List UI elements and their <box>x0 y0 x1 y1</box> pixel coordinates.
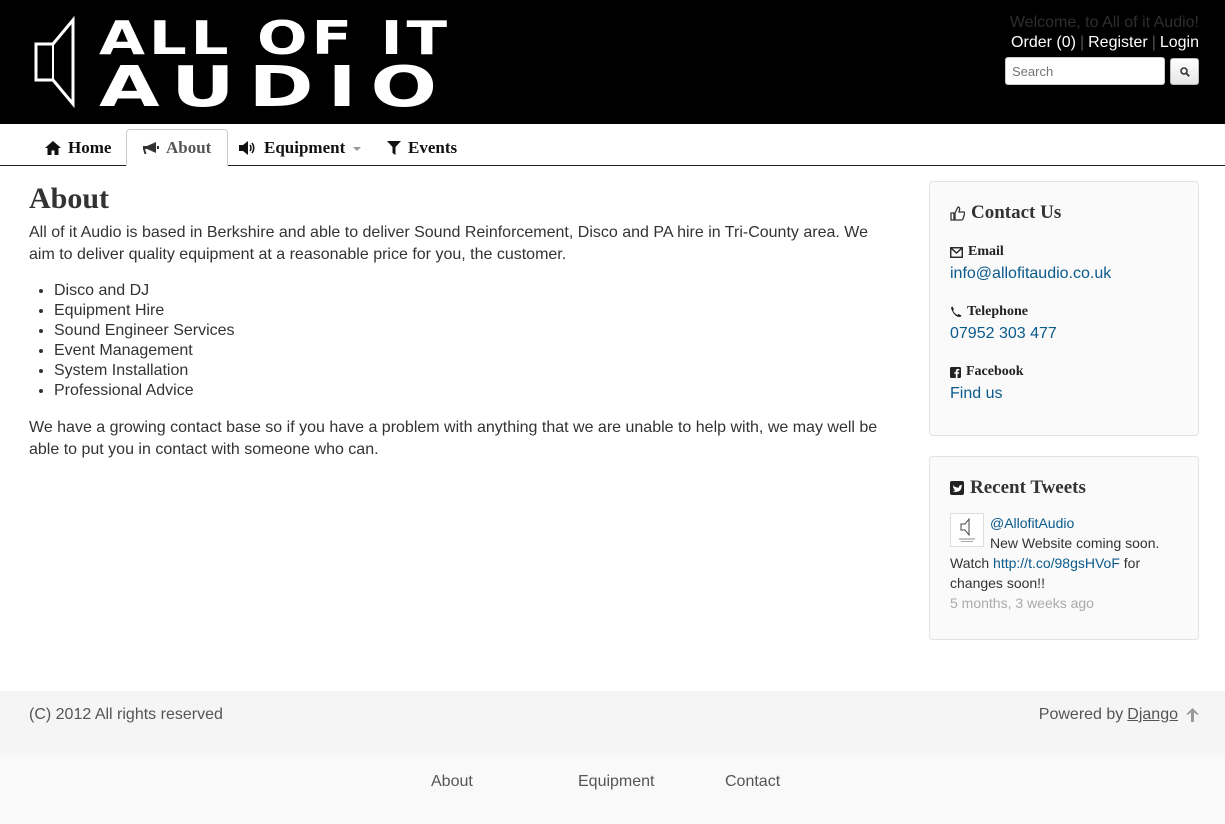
site-header: ALL OF IT AUDIO Welcome, to All of it Au… <box>0 0 1225 124</box>
telephone-label: Telephone <box>950 304 1178 320</box>
nav-equipment-label: Equipment <box>264 137 346 157</box>
bottom-nav: About Equipment Contact <box>0 755 1225 824</box>
list-item: Professional Advice <box>54 381 889 401</box>
search-form <box>1005 57 1199 85</box>
tweet-timestamp: 5 months, 3 weeks ago <box>950 595 1094 611</box>
welcome-text: Welcome, to All of it Audio! <box>1009 14 1199 31</box>
outro-paragraph: We have a growing contact base so if you… <box>29 419 878 458</box>
envelope-icon <box>950 246 963 258</box>
nav-events[interactable]: Events <box>371 129 473 166</box>
bottom-link-equipment[interactable]: Equipment <box>578 773 655 791</box>
nav-about[interactable]: About <box>126 129 229 166</box>
facebook-block: Facebook Find us <box>950 364 1178 404</box>
django-link[interactable]: Django <box>1127 706 1178 724</box>
order-link[interactable]: Order (0) <box>1011 34 1076 51</box>
tweet-link[interactable]: http://t.co/98gsHVoF <box>993 555 1120 571</box>
home-icon <box>45 140 61 155</box>
separator: | <box>1151 34 1156 51</box>
search-button[interactable] <box>1170 58 1199 85</box>
facebook-link[interactable]: Find us <box>950 384 1178 404</box>
volume-icon <box>239 140 255 155</box>
account-links: Order (0) | Register | Login <box>1010 33 1199 53</box>
list-item: Sound Engineer Services <box>54 321 889 341</box>
arrow-up-icon[interactable] <box>1186 708 1199 722</box>
logo-line2: AUDIO <box>99 55 451 108</box>
telephone-block: Telephone 07952 303 477 <box>950 304 1178 344</box>
bullhorn-icon <box>143 141 159 154</box>
email-label: Email <box>950 244 1178 260</box>
filter-icon <box>387 140 401 155</box>
bottom-link-about[interactable]: About <box>431 773 473 791</box>
email-block: Email info@allofitaudio.co.uk <box>950 244 1178 284</box>
main-nav: Home About Equipment Events <box>0 124 1225 166</box>
nav-about-label: About <box>166 137 212 157</box>
tweets-title: Recent Tweets <box>950 477 1178 499</box>
tweets-title-text: Recent Tweets <box>970 477 1086 498</box>
site-logo[interactable]: ALL OF IT AUDIO <box>33 11 453 120</box>
nav-events-label: Events <box>408 137 458 157</box>
separator: | <box>1079 34 1085 51</box>
nav-home[interactable]: Home <box>29 129 127 166</box>
telephone-link[interactable]: 07952 303 477 <box>950 324 1178 344</box>
phone-icon <box>951 306 962 317</box>
search-input[interactable] <box>1005 57 1165 85</box>
nav-home-label: Home <box>68 137 112 157</box>
login-link[interactable]: Login <box>1160 34 1199 51</box>
services-list: Disco and DJ Equipment Hire Sound Engine… <box>54 281 889 401</box>
page-title: About <box>29 182 110 215</box>
contact-title-text: Contact Us <box>971 202 1062 223</box>
account-area: Welcome, to All of it Audio! Order (0) | R… <box>1010 14 1199 53</box>
contact-panel: Contact Us Email info@allofitaudio.co.uk… <box>929 181 1199 436</box>
search-icon <box>1179 66 1190 77</box>
nav-equipment[interactable]: Equipment <box>223 129 377 166</box>
list-item: Disco and DJ <box>54 281 889 301</box>
copyright-text: (C) 2012 All rights reserved <box>29 706 223 723</box>
tweet-item: @AllofitAudio New Website coming soon. W… <box>950 513 1178 613</box>
twitter-icon <box>950 481 964 495</box>
contact-title: Contact Us <box>950 202 1178 224</box>
thumbs-up-icon <box>950 205 965 221</box>
powered-by: Powered by Django <box>1039 706 1199 724</box>
chevron-down-icon <box>353 146 362 151</box>
list-item: Equipment Hire <box>54 301 889 321</box>
list-item: Event Management <box>54 341 889 361</box>
bottom-link-contact[interactable]: Contact <box>725 773 780 791</box>
telephone-label-text: Telephone <box>967 304 1028 319</box>
email-link[interactable]: info@allofitaudio.co.uk <box>950 264 1178 284</box>
tweets-panel: Recent Tweets @AllofitAudio New Website … <box>929 456 1199 640</box>
facebook-label-text: Facebook <box>966 364 1024 379</box>
intro-paragraph: All of it Audio is based in Berkshire an… <box>29 224 868 263</box>
facebook-label: Facebook <box>950 364 1178 380</box>
register-link[interactable]: Register <box>1088 34 1148 51</box>
email-label-text: Email <box>968 244 1004 259</box>
list-item: System Installation <box>54 361 889 381</box>
avatar[interactable] <box>950 513 984 547</box>
site-footer: (C) 2012 All rights reserved Powered by … <box>0 691 1225 755</box>
main-content: About All of it Audio is based in Berksh… <box>29 182 889 461</box>
powered-by-text: Powered by <box>1038 706 1124 723</box>
facebook-icon <box>950 366 961 378</box>
tweet-handle-link[interactable]: @AllofitAudio <box>990 515 1074 531</box>
